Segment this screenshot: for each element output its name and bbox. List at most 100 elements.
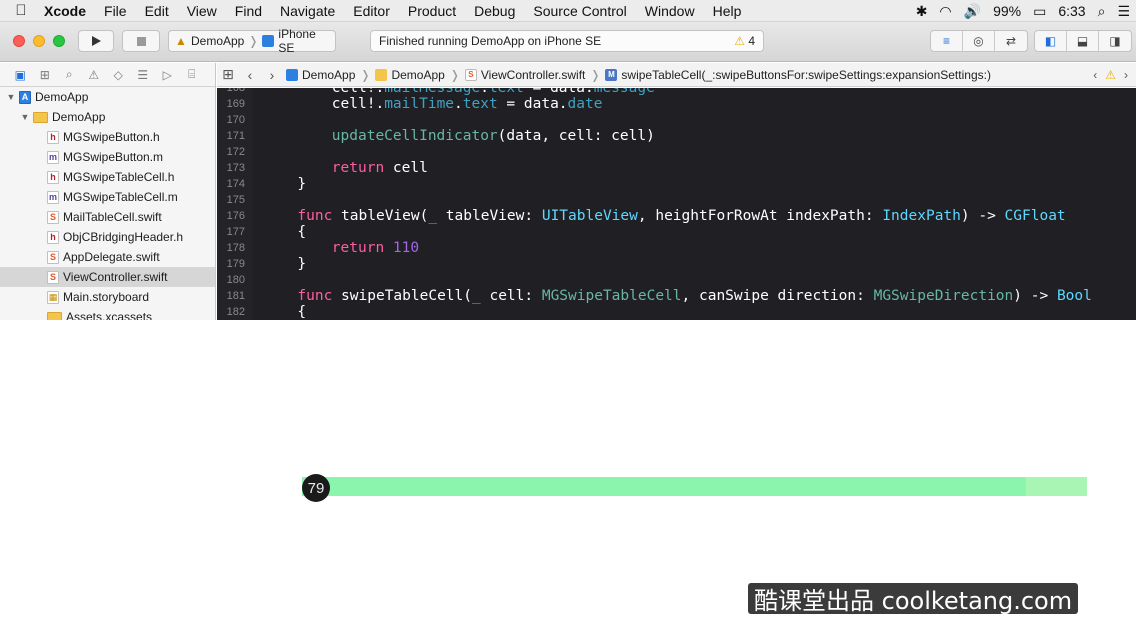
file-row[interactable]: Assets.xcassets — [0, 307, 215, 320]
file-row[interactable]: ▼ A DemoApp — [0, 87, 215, 107]
code-editor[interactable]: 168 cell!.mailMessage.text = data.message… — [217, 88, 1136, 320]
menu-help[interactable]: Help — [704, 3, 751, 19]
related-items-icon[interactable]: ⊞ — [217, 66, 239, 83]
spotlight-search-icon[interactable]: ⌕ — [1092, 3, 1112, 20]
file-row[interactable]: m MGSwipeButton.m — [0, 147, 215, 167]
file-row[interactable]: S ViewController.swift — [0, 267, 215, 287]
file-row[interactable]: S AppDelegate.swift — [0, 247, 215, 267]
jump-bar-file[interactable]: S ViewController.swift — [462, 68, 588, 82]
scheme-selector[interactable]: ▲ DemoApp ❭ iPhone SE — [168, 27, 336, 55]
project-navigator-tab-icon[interactable]: ▣ — [8, 65, 33, 85]
source-control-navigator-tab-icon[interactable]: ⊞ — [33, 65, 58, 85]
file-row[interactable]: h MGSwipeTableCell.h — [0, 167, 215, 187]
code-line[interactable]: 179} — [217, 256, 1136, 272]
jump-bar-symbol-label: swipeTableCell(_:swipeButtonsFor:swipeSe… — [621, 67, 991, 82]
code-token: swipeTableCell( — [332, 288, 472, 304]
code-line[interactable]: 182 { — [217, 304, 1136, 320]
report-navigator-tab-icon[interactable]: ⌸ — [180, 65, 205, 85]
code-line[interactable]: 169 cell!.mailTime.text = data.date — [217, 96, 1136, 112]
warning-icon: ⚠ — [734, 34, 745, 48]
notification-center-icon[interactable]: ☰ — [1111, 3, 1136, 20]
code-line[interactable]: 181 func swipeTableCell(_ cell: MGSwipeTa… — [217, 288, 1136, 304]
issue-navigator-tab-icon[interactable]: ⚠ — [82, 65, 107, 85]
file-row[interactable]: m MGSwipeTableCell.m — [0, 187, 215, 207]
stop-button[interactable] — [122, 30, 160, 52]
menu-debug[interactable]: Debug — [465, 3, 524, 19]
code-line[interactable]: 168 cell!.mailMessage.text = data.message — [217, 88, 1136, 96]
menu-edit[interactable]: Edit — [136, 3, 178, 19]
file-row[interactable]: ▦ Main.storyboard — [0, 287, 215, 307]
menu-window[interactable]: Window — [636, 3, 704, 19]
line-number: 169 — [226, 98, 245, 110]
line-number: 180 — [226, 274, 245, 286]
close-window-button[interactable] — [13, 35, 25, 47]
debug-navigator-tab-icon[interactable]: ☰ — [131, 65, 156, 85]
menu-find[interactable]: Find — [226, 3, 271, 19]
utilities-toggle-icon[interactable]: ◨ — [1099, 31, 1131, 51]
warning-indicator[interactable]: ⚠ 4 — [734, 34, 755, 48]
h-file-icon: h — [47, 170, 59, 184]
next-issue-icon[interactable]: › — [1124, 68, 1128, 82]
apple-menu-icon[interactable]:  — [0, 2, 42, 19]
breakpoint-navigator-tab-icon[interactable]: ▷ — [155, 65, 180, 85]
code-line[interactable]: 178 return 110 — [217, 240, 1136, 256]
code-line[interactable]: 177 { — [217, 224, 1136, 240]
menu-source-control[interactable]: Source Control — [524, 3, 635, 19]
disclosure-expanded-icon[interactable]: ▼ — [20, 112, 30, 122]
back-arrow-icon[interactable]: ‹ — [239, 67, 261, 83]
clock[interactable]: 6:33 — [1052, 3, 1091, 19]
code-token: UITableView — [541, 208, 638, 224]
file-row[interactable]: ▼ DemoApp — [0, 107, 215, 127]
menu-app-name[interactable]: Xcode — [42, 3, 95, 19]
code-line[interactable]: 173 return cell — [217, 160, 1136, 176]
code-line[interactable]: 174} — [217, 176, 1136, 192]
bluetooth-icon[interactable]: ✱ — [910, 3, 934, 20]
find-navigator-tab-icon[interactable]: ⌕ — [57, 65, 82, 85]
code-line[interactable]: 176 func tableView(_ tableView: UITableVi… — [217, 208, 1136, 224]
navigator-toggle-icon[interactable]: ◧ — [1035, 31, 1067, 51]
code-line[interactable]: 172 — [217, 144, 1136, 160]
jump-bar-project-label: DemoApp — [302, 67, 356, 82]
code-token: return — [331, 160, 385, 176]
jump-bar-group[interactable]: DemoApp — [372, 68, 447, 82]
battery-icon[interactable]: ▭ — [1027, 3, 1052, 20]
code-token: mailTime — [384, 96, 455, 112]
zoom-window-button[interactable] — [53, 35, 65, 47]
swift-file-icon: S — [464, 68, 477, 81]
forward-arrow-icon[interactable]: › — [261, 67, 283, 83]
file-row[interactable]: h ObjCBridgingHeader.h — [0, 227, 215, 247]
run-button[interactable] — [78, 30, 114, 52]
code-line[interactable]: 175 — [217, 192, 1136, 208]
volume-icon[interactable]: 🔊 — [958, 3, 987, 20]
issue-warning-icon[interactable]: ⚠ — [1105, 68, 1116, 82]
menu-navigate[interactable]: Navigate — [271, 3, 344, 19]
video-progress-track[interactable] — [302, 477, 1087, 496]
minimize-window-button[interactable] — [33, 35, 45, 47]
menu-file[interactable]: File — [95, 3, 136, 19]
wifi-icon[interactable]: ◠ — [933, 3, 957, 20]
standard-editor-icon[interactable]: ≡ — [931, 31, 963, 51]
code-line[interactable]: 180 — [217, 272, 1136, 288]
version-editor-icon[interactable]: ⇄ — [995, 31, 1027, 51]
previous-issue-icon[interactable]: ‹ — [1093, 68, 1097, 82]
code-line[interactable]: 170 — [217, 112, 1136, 128]
battery-percent[interactable]: 99% — [987, 3, 1027, 19]
debug-area-toggle-icon[interactable]: ⬓ — [1067, 31, 1099, 51]
device-name: iPhone SE — [278, 27, 316, 55]
video-progress-knob[interactable]: 79 — [302, 474, 330, 502]
file-row[interactable]: h MGSwipeButton.h — [0, 127, 215, 147]
assistant-editor-icon[interactable]: ◎ — [963, 31, 995, 51]
menu-view[interactable]: View — [178, 3, 226, 19]
code-line[interactable]: 171 updateCellIndicator(data, cell: cell) — [217, 128, 1136, 144]
code-token: { — [297, 304, 307, 320]
code-text: { — [297, 224, 306, 240]
menu-product[interactable]: Product — [399, 3, 465, 19]
jump-bar-symbol[interactable]: M swipeTableCell(_:swipeButtonsFor:swipe… — [602, 68, 994, 82]
activity-view[interactable]: Finished running DemoApp on iPhone SE ⚠ … — [370, 30, 764, 52]
disclosure-expanded-icon[interactable]: ▼ — [6, 92, 16, 102]
jump-bar-project[interactable]: DemoApp — [283, 68, 358, 82]
menu-editor[interactable]: Editor — [344, 3, 399, 19]
file-row[interactable]: S MailTableCell.swift — [0, 207, 215, 227]
test-navigator-tab-icon[interactable]: ◇ — [106, 65, 131, 85]
code-token: message — [593, 88, 655, 96]
